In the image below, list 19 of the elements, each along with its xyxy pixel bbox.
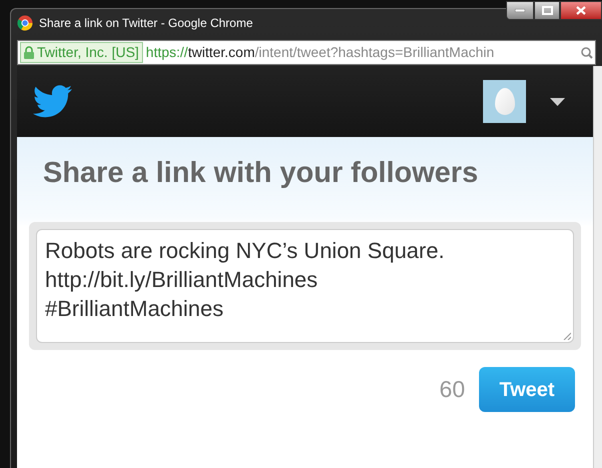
character-count: 60: [439, 375, 465, 404]
zoom-icon: [581, 46, 593, 58]
maximize-button[interactable]: [534, 1, 560, 20]
dropdown-caret-icon[interactable]: [550, 98, 565, 106]
resize-grip-icon[interactable]: [563, 332, 571, 340]
close-button[interactable]: [560, 1, 602, 20]
scrollbar[interactable]: [593, 66, 602, 468]
bird-logo-icon[interactable]: [31, 84, 73, 120]
lock-icon: [24, 46, 34, 59]
page-heading: Share a link with your followers: [43, 159, 480, 188]
close-icon: [576, 6, 586, 15]
minimize-button[interactable]: [506, 1, 534, 20]
certificate-text: Twitter, Inc. [US]: [37, 43, 139, 62]
tweet-text-field[interactable]: Robots are rocking NYC’s Union Square. http://bit.ly/BrilliantMachines #BrilliantMachines: [36, 229, 574, 343]
browser-logo-icon: [17, 15, 33, 31]
maximize-icon: [542, 6, 552, 15]
minimize-icon: [515, 9, 525, 12]
window-title: Share a link on Twitter - Google Chrome: [39, 15, 253, 32]
url-text[interactable]: https://twitter.com/intent/tweet?hashtags=BrilliantMachin: [146, 42, 581, 63]
